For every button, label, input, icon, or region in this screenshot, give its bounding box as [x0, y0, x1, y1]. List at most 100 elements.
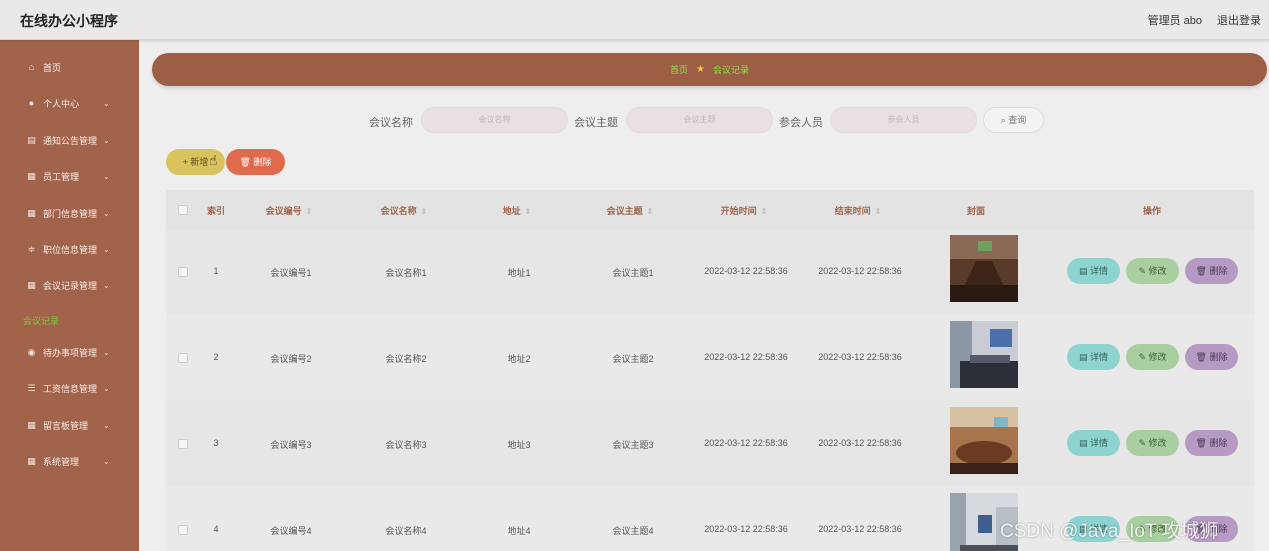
sidebar-item-label: 员工管理	[43, 171, 80, 182]
meeting-name-input[interactable]: 会议名称	[421, 107, 568, 133]
trash-icon: 🗑	[1195, 266, 1207, 276]
chevron-down-icon: ⌄	[103, 98, 110, 108]
grid-icon: ▦	[27, 170, 36, 181]
edit-label: 修改	[1148, 438, 1167, 448]
sort-icon[interactable]: ⇕	[647, 207, 654, 216]
delete-label: 删除	[1209, 266, 1228, 276]
sidebar-item-label: 系统管理	[43, 456, 80, 467]
delete-button[interactable]: 🗑 删除	[1185, 430, 1238, 456]
delete-label: 删除	[1209, 438, 1228, 448]
cell-name: 会议名称3	[385, 440, 427, 450]
sidebar-item-label: 留言板管理	[43, 420, 89, 431]
sidebar-item-messages[interactable]: ▦ 留言板管理 ⌄	[0, 413, 139, 437]
cell-address: 地址2	[507, 354, 531, 364]
sidebar-item-home[interactable]: ⌂ 首页	[0, 55, 139, 79]
select-all-checkbox[interactable]	[178, 205, 188, 215]
cell-start: 2022-03-12 22:58:36	[704, 438, 788, 448]
header-end[interactable]: 结束时间 ⇕	[835, 204, 882, 217]
header-start[interactable]: 开始时间 ⇕	[721, 204, 768, 217]
row-checkbox[interactable]	[178, 525, 188, 535]
sort-icon[interactable]: ⇕	[421, 207, 428, 216]
chevron-down-icon: ⌄	[103, 383, 110, 393]
cell-index: 4	[213, 524, 219, 534]
logout-link[interactable]: 退出登录	[1217, 12, 1261, 28]
document-icon: ▤	[1078, 266, 1088, 276]
cell-code: 会议编号2	[270, 354, 312, 364]
edit-button[interactable]: ✎ 修改	[1126, 430, 1179, 456]
detail-label: 详情	[1090, 266, 1109, 276]
breadcrumb-home[interactable]: 首页	[670, 63, 688, 76]
header-address-label: 地址	[502, 206, 521, 216]
chevron-down-icon: ⌄	[103, 135, 110, 145]
document-icon: ▤	[1078, 352, 1088, 362]
grid-icon: ▦	[27, 455, 36, 466]
chevron-down-icon: ⌄	[103, 244, 110, 254]
sidebar-item-todos[interactable]: ◉ 待办事项管理 ⌄	[0, 340, 139, 364]
cell-address: 地址1	[507, 268, 531, 278]
row-checkbox[interactable]	[178, 267, 188, 277]
sidebar-item-label: 职位信息管理	[43, 244, 98, 255]
delete-button[interactable]: 🗑 删除	[1185, 344, 1238, 370]
sidebar-item-notices[interactable]: ▤ 通知公告管理 ⌄	[0, 128, 139, 152]
search-button[interactable]: ⌕ 查询	[983, 107, 1044, 133]
sidebar-subitem-meeting-records[interactable]: 会议记录	[23, 314, 59, 327]
grid-icon: ▦	[27, 207, 36, 218]
header-name[interactable]: 会议名称 ⇕	[381, 204, 428, 217]
edit-label: 修改	[1148, 352, 1167, 362]
cell-start: 2022-03-12 22:58:36	[704, 266, 788, 276]
row-checkbox[interactable]	[178, 439, 188, 449]
delete-label: 删除	[1209, 352, 1228, 362]
sliders-icon: ≑	[27, 243, 36, 254]
cell-start: 2022-03-12 22:58:36	[704, 524, 788, 534]
attendee-input[interactable]: 参会人员	[830, 107, 977, 133]
pencil-icon: ✎	[1138, 438, 1146, 448]
detail-button[interactable]: ▤ 详情	[1067, 344, 1120, 370]
row-checkbox[interactable]	[178, 353, 188, 363]
chevron-down-icon: ⌄	[103, 456, 110, 466]
detail-button[interactable]: ▤ 详情	[1067, 430, 1120, 456]
sort-icon[interactable]: ⇕	[875, 207, 882, 216]
sort-icon[interactable]: ⇕	[306, 207, 313, 216]
edit-button[interactable]: ✎ 修改	[1126, 344, 1179, 370]
top-bar: 在线办公小程序 管理员 abo 退出登录	[0, 0, 1269, 40]
sidebar-item-label: 待办事项管理	[43, 347, 98, 358]
sidebar-item-profile[interactable]: ● 个人中心 ⌄	[0, 91, 139, 115]
meeting-table: 索引 会议编号 ⇕ 会议名称 ⇕ 地址 ⇕ 会议主题 ⇕ 开始时间 ⇕ 结束时间 ⇕ 封面 …	[166, 190, 1254, 551]
delete-button[interactable]: 🗑 删除	[1185, 258, 1238, 284]
sidebar-item-meetings[interactable]: ▦ 会议记录管理 ⌄	[0, 273, 139, 297]
edit-label: 修改	[1148, 266, 1167, 276]
batch-delete-button[interactable]: 🗑 删除	[226, 149, 285, 175]
header-topic[interactable]: 会议主题 ⇕	[607, 204, 654, 217]
cover-image	[950, 321, 1018, 388]
grid-icon: ▦	[27, 419, 36, 430]
sidebar-item-employees[interactable]: ▦ 员工管理 ⌄	[0, 164, 139, 188]
chevron-down-icon: ⌄	[103, 208, 110, 218]
sort-icon[interactable]: ⇕	[761, 207, 768, 216]
sidebar-item-salary[interactable]: ☰ 工资信息管理 ⌄	[0, 376, 139, 400]
cell-topic: 会议主题3	[612, 440, 654, 450]
chevron-down-icon: ⌄	[103, 280, 110, 290]
sort-icon[interactable]: ⇕	[525, 207, 532, 216]
trash-icon: 🗑	[239, 157, 251, 167]
chevron-down-icon: ⌄	[103, 347, 110, 357]
header-ops: 操作	[1142, 206, 1162, 216]
header-code[interactable]: 会议编号 ⇕	[266, 204, 313, 217]
header-topic-label: 会议主题	[606, 206, 643, 216]
sidebar-item-departments[interactable]: ▦ 部门信息管理 ⌄	[0, 201, 139, 225]
chevron-down-icon: ⌄	[103, 420, 110, 430]
meeting-topic-input[interactable]: 会议主题	[626, 107, 773, 133]
table-row: 3 会议编号3 会议名称3 地址3 会议主题3 2022-03-12 22:58…	[166, 400, 1254, 486]
header-address[interactable]: 地址 ⇕	[503, 204, 532, 217]
sidebar-item-positions[interactable]: ≑ 职位信息管理 ⌄	[0, 237, 139, 261]
detail-button[interactable]: ▤ 详情	[1067, 258, 1120, 284]
sidebar-item-label: 通知公告管理	[43, 135, 98, 146]
header-code-label: 会议编号	[265, 206, 302, 216]
header-end-label: 结束时间	[834, 206, 871, 216]
user-icon: ●	[28, 97, 35, 108]
sidebar-item-system[interactable]: ▦ 系统管理 ⌄	[0, 449, 139, 473]
search-icon: ⌕	[1000, 115, 1006, 125]
attendee-label: 参会人员	[779, 117, 823, 129]
cell-end: 2022-03-12 22:58:36	[818, 352, 902, 362]
trash-icon: 🗑	[1195, 352, 1207, 362]
edit-button[interactable]: ✎ 修改	[1126, 258, 1179, 284]
